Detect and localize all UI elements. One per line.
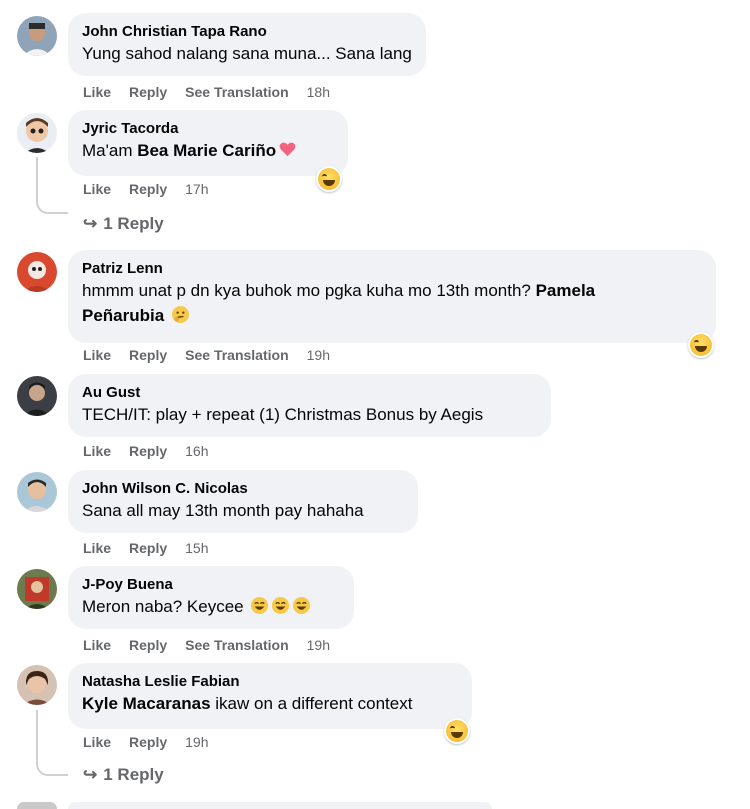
- comment-text: Yung sahod nalang sana muna... Sana lang: [82, 44, 412, 63]
- timestamp[interactable]: 18h: [307, 84, 330, 100]
- reply-button[interactable]: Reply: [129, 734, 167, 750]
- replies-count: 1 Reply: [103, 214, 164, 233]
- reply-arrow-icon: ↪: [83, 214, 98, 233]
- comment-author[interactable]: J-Poy Buena: [82, 575, 340, 594]
- laughing-reaction-icon: [446, 720, 468, 742]
- reply-button[interactable]: Reply: [129, 181, 167, 197]
- laughing-emoji-icon: [272, 596, 290, 615]
- mention-link[interactable]: Peñarubia: [82, 306, 164, 325]
- mention-link[interactable]: Pamela: [536, 281, 596, 300]
- reply-button[interactable]: Reply: [129, 637, 167, 653]
- reaction-badge[interactable]: [316, 166, 342, 192]
- thread-line: [36, 710, 68, 776]
- reply-button[interactable]: Reply: [129, 443, 167, 459]
- like-button[interactable]: Like: [83, 84, 111, 100]
- like-button[interactable]: Like: [83, 443, 111, 459]
- comment-actions: Like Reply 17h: [83, 181, 227, 197]
- timestamp[interactable]: 19h: [185, 734, 208, 750]
- comment-actions: Like Reply See Translation 18h: [83, 84, 348, 100]
- avatar[interactable]: [17, 665, 57, 705]
- comment-author[interactable]: Jyric Tacorda: [82, 119, 334, 138]
- comment-text-body: ikaw on a different context: [210, 694, 413, 713]
- reaction-badge[interactable]: [688, 332, 714, 358]
- reply-button[interactable]: Reply: [129, 347, 167, 363]
- comment-author[interactable]: John Wilson C. Nicolas: [82, 479, 404, 498]
- comment-text-body: hmmm unat p dn kya buhok mo pgka kuha mo…: [82, 281, 536, 300]
- comment-bubble: John Wilson C. Nicolas Sana all may 13th…: [68, 470, 418, 533]
- comment-bubble: J-Poy Buena Meron naba? Keycee: [68, 566, 354, 629]
- comment-bubble: Jyric Tacorda Ma'am Bea Marie Cariño: [68, 110, 348, 176]
- comment-bubble: John Christian Tapa Rano Yung sahod nala…: [68, 13, 426, 76]
- thinking-emoji-icon: [171, 305, 189, 324]
- comment-bubble: Au Gust TECH/IT: play + repeat (1) Chris…: [68, 374, 551, 437]
- comment-text: Kyle Macaranas ikaw on a different conte…: [82, 691, 458, 716]
- avatar[interactable]: [17, 472, 57, 512]
- like-button[interactable]: Like: [83, 734, 111, 750]
- avatar[interactable]: [17, 569, 57, 609]
- timestamp[interactable]: 17h: [185, 181, 208, 197]
- comment-author[interactable]: Au Gust: [82, 383, 537, 402]
- laughing-reaction-icon: [690, 334, 712, 356]
- like-button[interactable]: Like: [83, 347, 111, 363]
- like-button[interactable]: Like: [83, 637, 111, 653]
- replies-count: 1 Reply: [103, 765, 164, 784]
- reaction-badge[interactable]: [444, 718, 470, 744]
- see-translation-button[interactable]: See Translation: [185, 84, 288, 100]
- see-translation-button[interactable]: See Translation: [185, 347, 288, 363]
- comment-text-body: Meron naba? Keycee: [82, 597, 249, 616]
- comment-bubble: Patriz Lenn hmmm unat p dn kya buhok mo …: [68, 250, 716, 343]
- timestamp[interactable]: 16h: [185, 443, 208, 459]
- comment-text-prefix: Ma'am: [82, 141, 138, 160]
- laughing-emoji-icon: [251, 596, 269, 615]
- avatar: [17, 802, 57, 809]
- see-translation-button[interactable]: See Translation: [185, 637, 288, 653]
- reply-arrow-icon: ↪: [83, 765, 98, 784]
- timestamp[interactable]: 19h: [307, 347, 330, 363]
- comment-actions: Like Reply 16h: [83, 443, 227, 459]
- avatar[interactable]: [17, 16, 57, 56]
- avatar[interactable]: [17, 113, 57, 153]
- timestamp[interactable]: 19h: [307, 637, 330, 653]
- comment-text: Sana all may 13th month pay hahaha: [82, 501, 364, 520]
- comment-text: Meron naba? Keycee: [82, 594, 340, 619]
- reply-button[interactable]: Reply: [129, 84, 167, 100]
- like-button[interactable]: Like: [83, 540, 111, 556]
- thread-line: [36, 157, 68, 214]
- laughing-emoji-icon: [293, 596, 311, 615]
- like-button[interactable]: Like: [83, 181, 111, 197]
- comment-text: Ma'am Bea Marie Cariño: [82, 138, 334, 163]
- comment-text: TECH/IT: play + repeat (1) Christmas Bon…: [82, 405, 484, 424]
- comment-actions: Like Reply See Translation 19h: [83, 637, 348, 653]
- comment-author[interactable]: Patriz Lenn: [82, 259, 702, 278]
- mention-link[interactable]: Bea Marie Cariño: [137, 141, 276, 160]
- comment-bubble: Natasha Leslie Fabian Kyle Macaranas ika…: [68, 663, 472, 729]
- next-comment-partial: [68, 802, 492, 809]
- comment-text: hmmm unat p dn kya buhok mo pgka kuha mo…: [82, 278, 702, 328]
- comment-author[interactable]: Natasha Leslie Fabian: [82, 672, 458, 691]
- mention-link[interactable]: Kyle Macaranas: [82, 694, 211, 713]
- comment-actions: Like Reply 15h: [83, 540, 227, 556]
- avatar[interactable]: [17, 252, 57, 292]
- comment-actions: Like Reply 19h: [83, 734, 227, 750]
- timestamp[interactable]: 15h: [185, 540, 208, 556]
- view-replies-link[interactable]: ↪ 1 Reply: [83, 214, 164, 234]
- view-replies-link[interactable]: ↪ 1 Reply: [83, 765, 164, 785]
- avatar[interactable]: [17, 376, 57, 416]
- laughing-reaction-icon: [318, 168, 340, 190]
- reply-button[interactable]: Reply: [129, 540, 167, 556]
- comment-author[interactable]: John Christian Tapa Rano: [82, 22, 412, 41]
- heart-emoji-icon: [279, 142, 296, 157]
- comment-actions: Like Reply See Translation 19h: [83, 347, 348, 363]
